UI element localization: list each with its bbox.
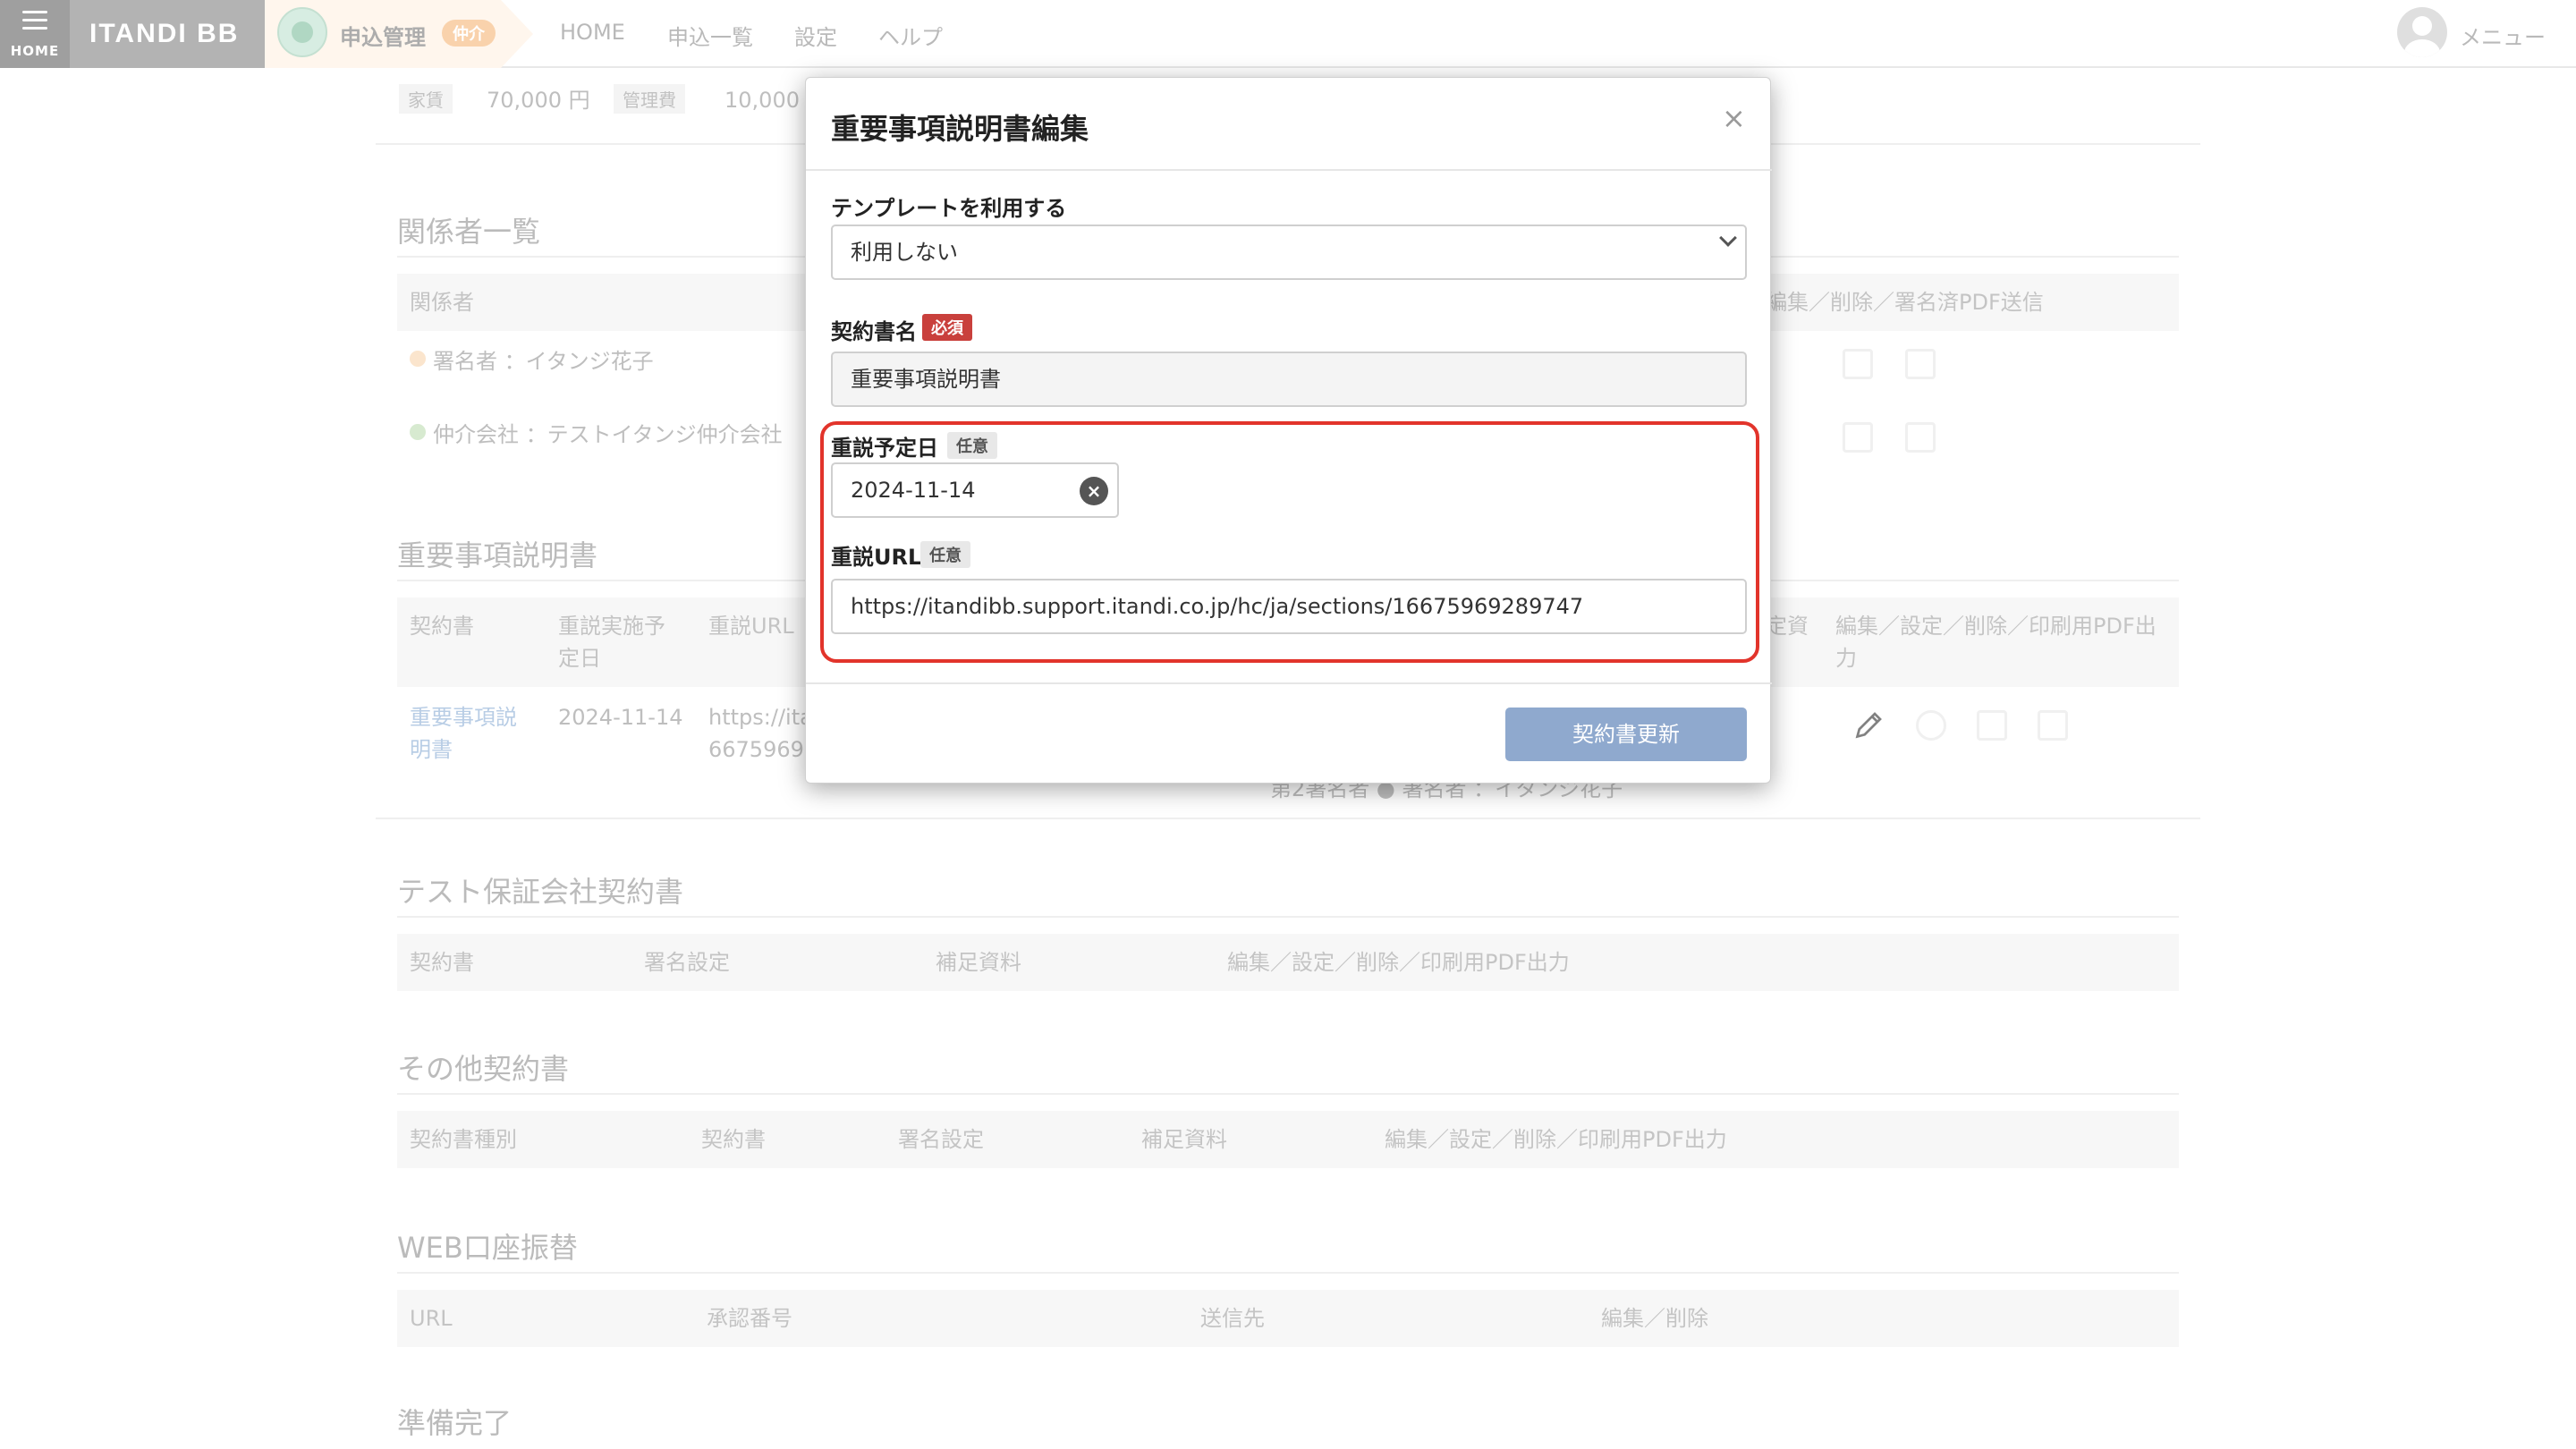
url-input[interactable]: https://itandibb.support.itandi.co.jp/hc… <box>831 579 1747 634</box>
update-contract-button[interactable]: 契約書更新 <box>1505 708 1747 761</box>
optional-badge: 任意 <box>947 432 997 459</box>
divider <box>806 169 1772 171</box>
edit-contract-modal: 重要事項説明書編集 × テンプレートを利用する 利用しない 契約書名 必須 重要… <box>805 77 1772 784</box>
date-input[interactable]: 2024-11-14 <box>831 462 1119 518</box>
close-icon[interactable]: × <box>1722 101 1746 135</box>
template-label: テンプレートを利用する <box>831 196 1067 221</box>
template-select[interactable]: 利用しない <box>831 225 1747 280</box>
optional-badge: 任意 <box>920 541 970 568</box>
contract-name-label: 契約書名 <box>831 319 917 344</box>
modal-title: 重要事項説明書編集 <box>831 112 1089 146</box>
required-badge: 必須 <box>922 314 972 341</box>
contract-name-field[interactable]: 重要事項説明書 <box>831 352 1747 407</box>
divider <box>806 682 1772 684</box>
clear-date-icon[interactable]: × <box>1080 477 1108 505</box>
date-label: 重説予定日 <box>831 436 938 461</box>
url-label: 重説URL <box>831 545 922 570</box>
